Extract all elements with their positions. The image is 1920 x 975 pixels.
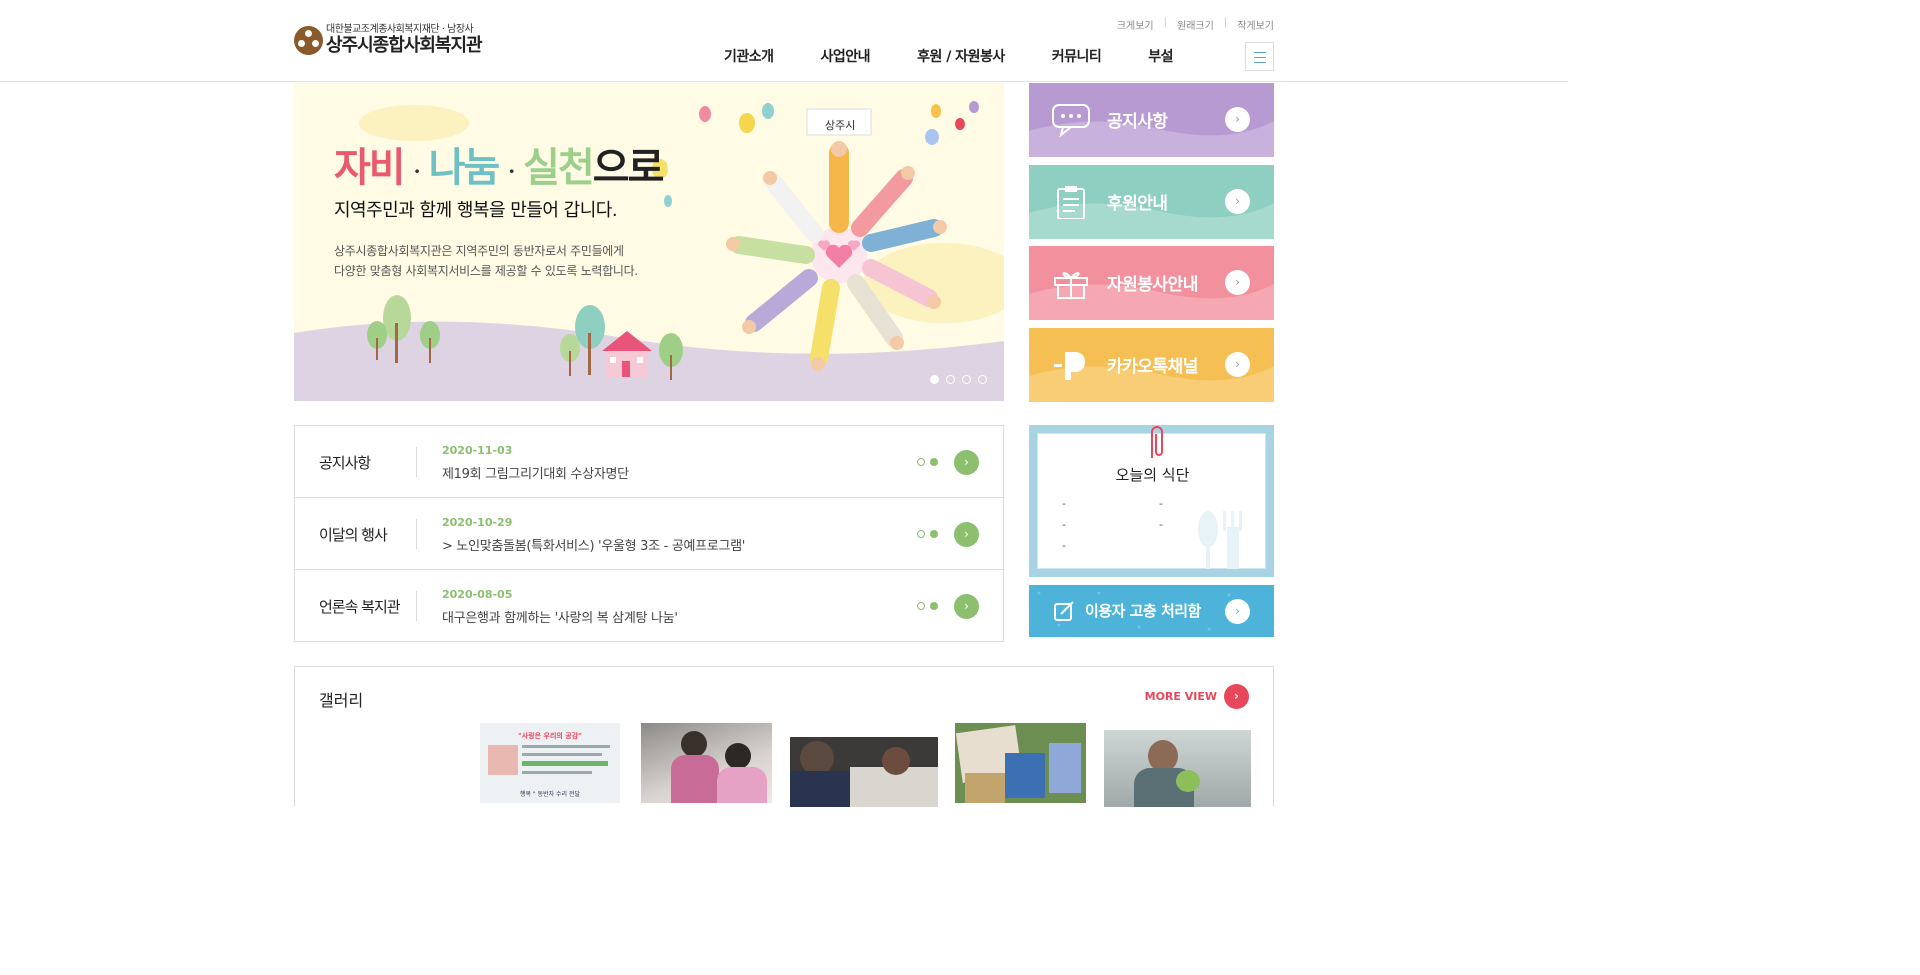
poster-headline: "사랑은 우리의 공감"	[518, 732, 582, 740]
news-title[interactable]: 대구은행과 함께하는 '사랑의 복 삼계탕 나눔'	[442, 607, 678, 626]
chevron-right-icon: ›	[1225, 270, 1250, 295]
quick-link-kakao[interactable]: 카카오톡채널 ›	[1029, 328, 1274, 402]
nav-item-affiliated[interactable]: 부설	[1148, 46, 1173, 66]
quick-link-label: 공지사항	[1107, 112, 1168, 132]
logo-title: 상주시종합사회복지관	[326, 35, 483, 56]
more-view-label: MORE VIEW	[1144, 690, 1217, 703]
complaint-label: 이용자 고충 처리함	[1085, 602, 1201, 620]
site-logo[interactable]: 대한불교조계종사회복지재단 · 남장사 상주시종합사회복지관	[294, 24, 483, 56]
zoom-reset-link[interactable]: 원래크기	[1167, 17, 1224, 32]
gallery-thumbnail[interactable]	[641, 723, 772, 803]
menu-title: 오늘의 식단	[1115, 466, 1190, 484]
quick-link-label: 후원안내	[1107, 194, 1168, 214]
news-category: 언론속 복지관	[319, 598, 401, 616]
hamburger-menu-button[interactable]	[1245, 42, 1274, 71]
zoom-out-link[interactable]: 작게보기	[1227, 17, 1274, 32]
slide-dot-2[interactable]	[946, 375, 955, 384]
menu-entry: -	[1062, 518, 1066, 531]
font-size-controls: 크게보기 | 원래크기 | 작게보기	[1107, 17, 1274, 32]
news-pager	[917, 602, 943, 610]
pager-dot[interactable]	[930, 458, 938, 466]
news-more-button[interactable]: ›	[954, 522, 979, 547]
clipboard-icon	[1057, 186, 1085, 219]
main-navigation: 기관소개 사업안내 후원 / 자원봉사 커뮤니티 부설	[724, 46, 1174, 66]
nav-item-about[interactable]: 기관소개	[724, 46, 774, 66]
quick-link-label: 자원봉사안내	[1107, 275, 1198, 295]
quick-link-donation[interactable]: 후원안내 ›	[1029, 165, 1274, 239]
complaint-box-link[interactable]: 이용자 고충 처리함 ›	[1029, 585, 1274, 637]
news-date: 2020-11-03	[442, 444, 513, 457]
list-item[interactable]: 이달의 행사 2020-10-29 > 노인맞춤돌봄(특화서비스) '우울형 3…	[295, 498, 1003, 570]
gallery-thumbnail[interactable]	[955, 723, 1086, 803]
gallery-section: 갤러리 MORE VIEW › "사랑은 우리의 공감" 행복 " 동반자 수리…	[294, 666, 1274, 807]
chevron-right-icon: ›	[1225, 107, 1250, 132]
cutlery-icon	[1198, 511, 1242, 569]
pager-dot[interactable]	[917, 602, 925, 610]
pager-dot[interactable]	[917, 458, 925, 466]
divider	[416, 591, 417, 621]
divider	[416, 519, 417, 549]
slide-dot-3[interactable]	[962, 375, 971, 384]
today-menu-panel: 오늘의 식단 - - - - -	[1029, 425, 1274, 577]
nav-item-services[interactable]: 사업안내	[821, 46, 871, 66]
gallery-thumbnail[interactable]: "사랑은 우리의 공감" 행복 " 동반자 수리 전달	[480, 723, 620, 803]
gallery-title: 갤러리	[319, 691, 364, 710]
kakao-plus-icon	[1054, 352, 1085, 380]
pager-dot[interactable]	[917, 530, 925, 538]
slide-dot-4[interactable]	[978, 375, 987, 384]
list-item[interactable]: 공지사항 2020-11-03 제19회 그림그리기대회 수상자명단 ›	[295, 426, 1003, 498]
news-pager	[917, 458, 943, 466]
chevron-right-icon: ›	[1225, 189, 1250, 214]
logo-emblem-icon	[294, 25, 323, 55]
news-more-button[interactable]: ›	[954, 594, 979, 619]
divider	[416, 447, 417, 477]
news-date: 2020-10-29	[442, 516, 513, 529]
paperclip-icon	[1151, 426, 1163, 458]
menu-entry: -	[1159, 497, 1163, 510]
news-more-button[interactable]: ›	[954, 450, 979, 475]
list-item[interactable]: 언론속 복지관 2020-08-05 대구은행과 함께하는 '사랑의 복 삼계탕…	[295, 570, 1003, 642]
banner-title: 자비 · 나눔 · 실천으로	[334, 144, 664, 191]
gallery-thumbnail[interactable]	[1104, 730, 1251, 807]
news-category: 공지사항	[319, 454, 371, 472]
chevron-right-icon: ›	[1224, 684, 1249, 709]
quick-link-label: 카카오톡채널	[1107, 357, 1198, 377]
news-category: 이달의 행사	[319, 526, 388, 544]
news-title[interactable]: > 노인맞춤돌봄(특화서비스) '우울형 3조 - 공예프로그램'	[442, 535, 745, 554]
poster-footer: 행복 " 동반자 수리 전달	[519, 791, 581, 798]
news-board: 공지사항 2020-11-03 제19회 그림그리기대회 수상자명단 › 이달의…	[294, 425, 1004, 642]
slide-indicator	[930, 375, 994, 384]
pager-dot[interactable]	[930, 530, 938, 538]
main-banner: 자비 · 나눔 · 실천으로 지역주민과 함께 행복을 만들어 갑니다. 상주시종합사회…	[294, 83, 1004, 401]
banner-description: 상주시종합사회복지관은 지역주민의 동반자로서 주민들에게 다양한 맞춤형 사회…	[334, 244, 638, 278]
news-pager	[917, 530, 943, 538]
edit-note-icon	[1054, 601, 1074, 621]
speech-bubble-icon	[1052, 104, 1090, 137]
zoom-in-link[interactable]: 크게보기	[1107, 17, 1164, 32]
news-date: 2020-08-05	[442, 588, 513, 601]
gift-icon	[1054, 272, 1088, 299]
chevron-right-icon: ›	[1225, 352, 1250, 377]
page: 대한불교조계종사회복지재단 · 남장사 상주시종합사회복지관 크게보기 | 원래…	[0, 0, 1568, 807]
quick-link-notice[interactable]: 공지사항 ›	[1029, 83, 1274, 157]
gallery-more-button[interactable]: MORE VIEW ›	[1145, 684, 1249, 709]
news-title[interactable]: 제19회 그림그리기대회 수상자명단	[442, 463, 629, 482]
banner-sign-text: 상주시	[825, 119, 856, 132]
menu-entry: -	[1062, 539, 1066, 552]
nav-item-community[interactable]: 커뮤니티	[1052, 46, 1102, 66]
pager-dot[interactable]	[930, 602, 938, 610]
slide-dot-1[interactable]	[930, 375, 939, 384]
nav-item-donation[interactable]: 후원 / 자원봉사	[917, 46, 1005, 66]
menu-entry: -	[1159, 518, 1163, 531]
site-header: 대한불교조계종사회복지재단 · 남장사 상주시종합사회복지관 크게보기 | 원래…	[0, 0, 1568, 82]
menu-entry: -	[1062, 497, 1066, 510]
chevron-right-icon: ›	[1225, 599, 1250, 624]
banner-headline: 지역주민과 함께 행복을 만들어 갑니다.	[334, 200, 618, 221]
gallery-thumbnail[interactable]	[790, 737, 938, 807]
quick-link-volunteer[interactable]: 자원봉사안내 ›	[1029, 246, 1274, 320]
